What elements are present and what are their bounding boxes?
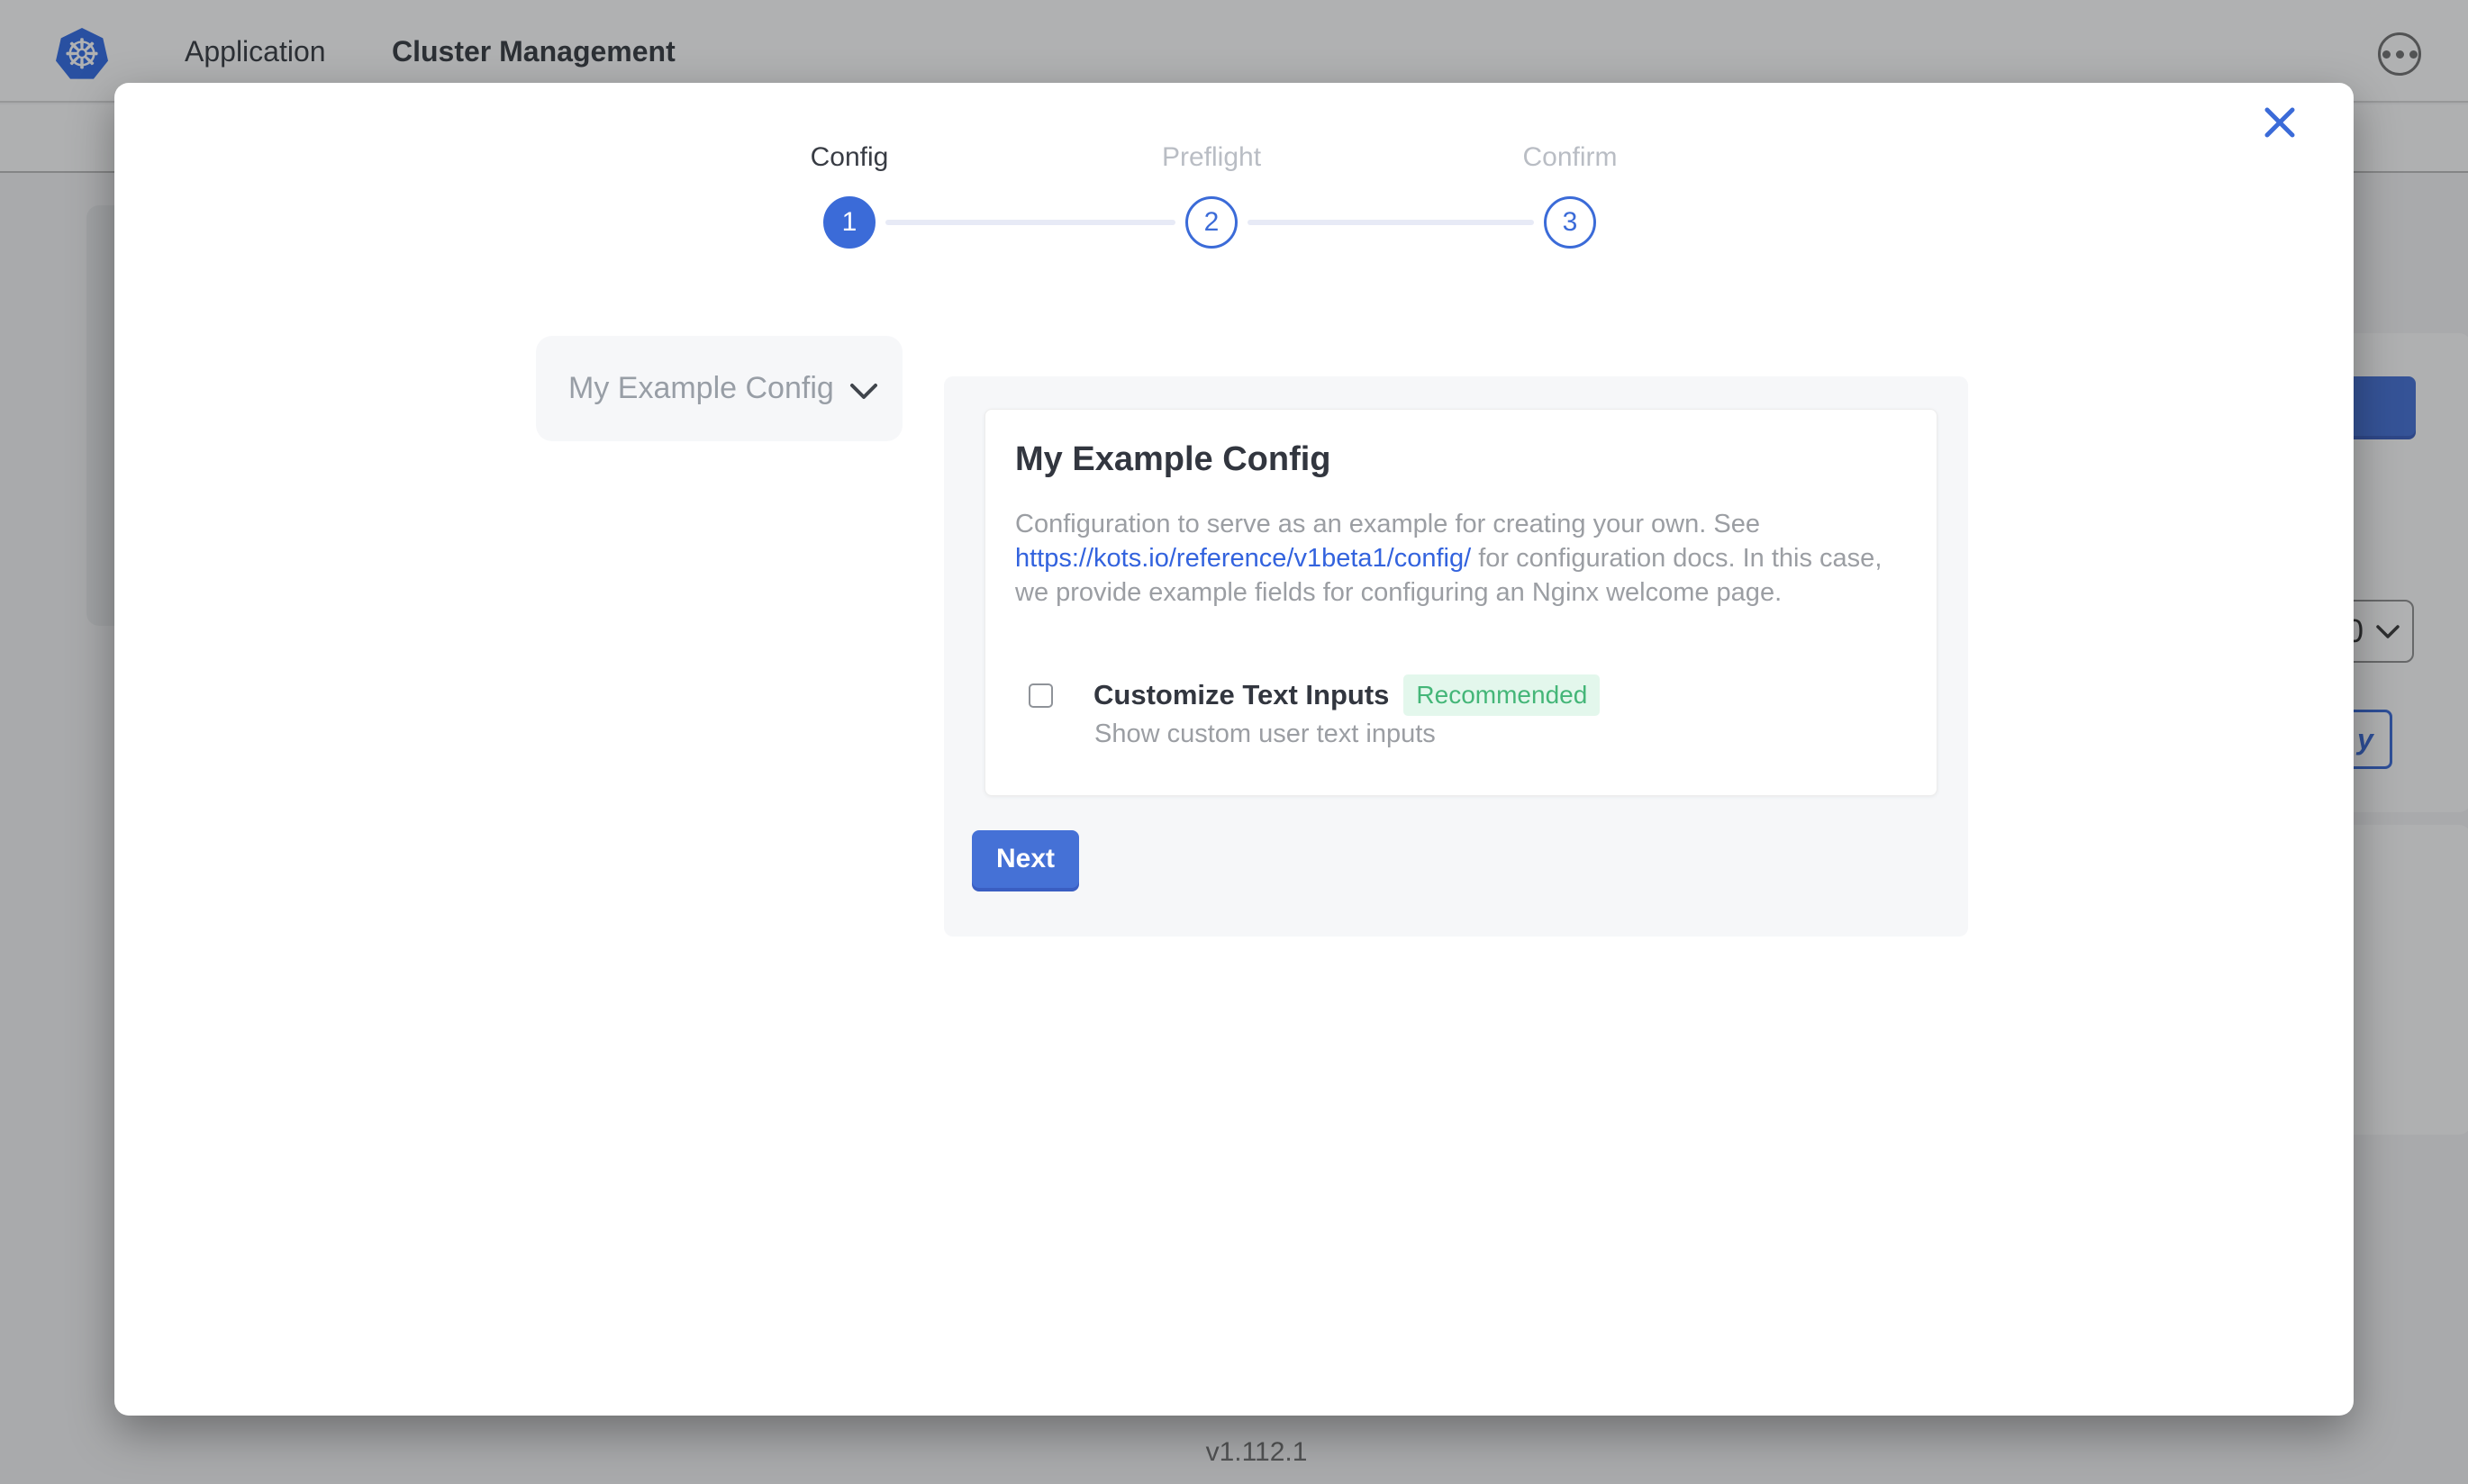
step-label-preflight: Preflight — [1076, 142, 1347, 173]
config-group-dropdown[interactable]: My Example Config — [536, 336, 903, 441]
step-circle-3[interactable]: 3 — [1544, 196, 1596, 249]
stepper-connector — [1248, 220, 1534, 225]
customize-text-inputs-checkbox[interactable] — [1029, 683, 1053, 708]
checkbox-label[interactable]: Customize Text Inputs — [1093, 679, 1389, 711]
checkbox-row: Customize Text Inputs Recommended — [1029, 674, 1600, 716]
config-group-card: My Example Config Configuration to serve… — [984, 409, 1937, 796]
config-group-label: My Example Config — [568, 371, 834, 406]
chevron-down-icon — [848, 382, 879, 402]
step-circle-1[interactable]: 1 — [823, 196, 876, 249]
step-circle-2[interactable]: 2 — [1185, 196, 1238, 249]
stepper-connector — [885, 220, 1175, 225]
config-wizard-modal: Config Preflight Confirm 1 2 3 My Exampl… — [114, 83, 2354, 1416]
config-panel: My Example Config Configuration to serve… — [944, 376, 1968, 937]
config-group-title: My Example Config — [1015, 440, 1331, 479]
step-label-confirm: Confirm — [1435, 142, 1705, 173]
recommended-badge: Recommended — [1403, 674, 1600, 716]
checkbox-help-text: Show custom user text inputs — [1094, 719, 1436, 749]
step-label-config: Config — [714, 142, 984, 173]
close-icon[interactable] — [2262, 104, 2298, 140]
config-docs-link[interactable]: https://kots.io/reference/v1beta1/config… — [1015, 544, 1471, 573]
next-button[interactable]: Next — [972, 830, 1079, 888]
config-group-description: Configuration to serve as an example for… — [1015, 507, 1911, 610]
